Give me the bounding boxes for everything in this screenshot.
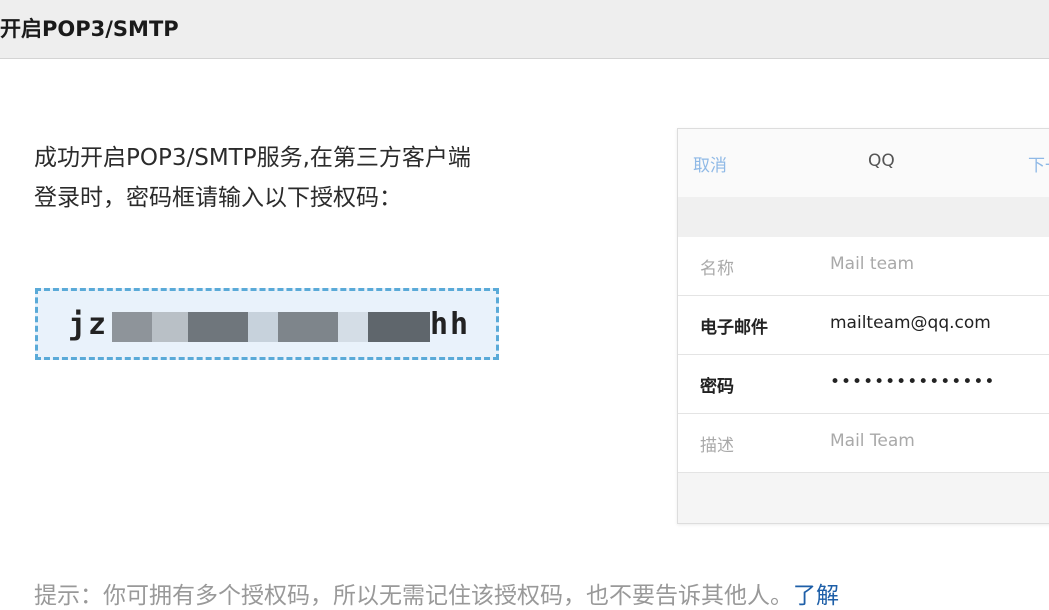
nav-cancel-button: 取消 — [693, 156, 727, 176]
auth-code-mask — [248, 312, 278, 342]
auth-code-mask — [368, 312, 430, 342]
phone-section-gap — [678, 197, 1049, 237]
form-label: 描述 — [700, 436, 734, 456]
form-label: 电子邮件 — [700, 318, 768, 338]
auth-code-prefix: jz — [68, 307, 109, 342]
nav-next-button: 下一步 — [1028, 156, 1049, 176]
form-label: 密码 — [700, 377, 734, 397]
auth-code-mask — [112, 312, 152, 342]
client-setup-example: 取消 QQ 下一步 名称 Mail team 电子邮件 mailteam@qq.… — [677, 128, 1049, 524]
instruction-line-2: 登录时，密码框请输入以下授权码： — [34, 185, 402, 211]
form-row-name: 名称 Mail team — [678, 237, 1049, 296]
auth-code-suffix: hh — [430, 307, 471, 342]
nav-title: QQ — [868, 151, 895, 171]
instruction-line-1: 成功开启POP3/SMTP服务,在第三方客户端 — [34, 145, 471, 171]
hint-text: 提示：你可拥有多个授权码，所以无需记住该授权码，也不要告诉其他人。了解 — [34, 576, 839, 610]
form-value: mailteam@qq.com — [830, 313, 991, 333]
auth-code-mask — [188, 312, 248, 342]
learn-more-link[interactable]: 了解 — [793, 583, 839, 609]
auth-code-mask — [278, 312, 338, 342]
form-label: 名称 — [700, 259, 734, 279]
form-row-email: 电子邮件 mailteam@qq.com — [678, 296, 1049, 355]
form-row-description: 描述 Mail Team — [678, 414, 1049, 473]
auth-code-mask — [338, 312, 368, 342]
auth-code-box[interactable]: jz hh — [35, 288, 499, 360]
hint-message: 提示：你可拥有多个授权码，所以无需记住该授权码，也不要告诉其他人。 — [34, 583, 793, 609]
phone-nav-bar: 取消 QQ 下一步 — [678, 129, 1049, 197]
dialog-header: 开启POP3/SMTP — [0, 0, 1049, 59]
form-value: ••••••••••••••• — [830, 372, 996, 392]
form-row-password: 密码 ••••••••••••••• — [678, 355, 1049, 414]
instruction-text: 成功开启POP3/SMTP服务,在第三方客户端 登录时，密码框请输入以下授权码： — [34, 138, 634, 218]
dialog-title: 开启POP3/SMTP — [0, 17, 179, 41]
auth-code-mask — [152, 312, 188, 342]
form-value: Mail team — [830, 254, 915, 274]
form-value: Mail Team — [830, 431, 915, 451]
